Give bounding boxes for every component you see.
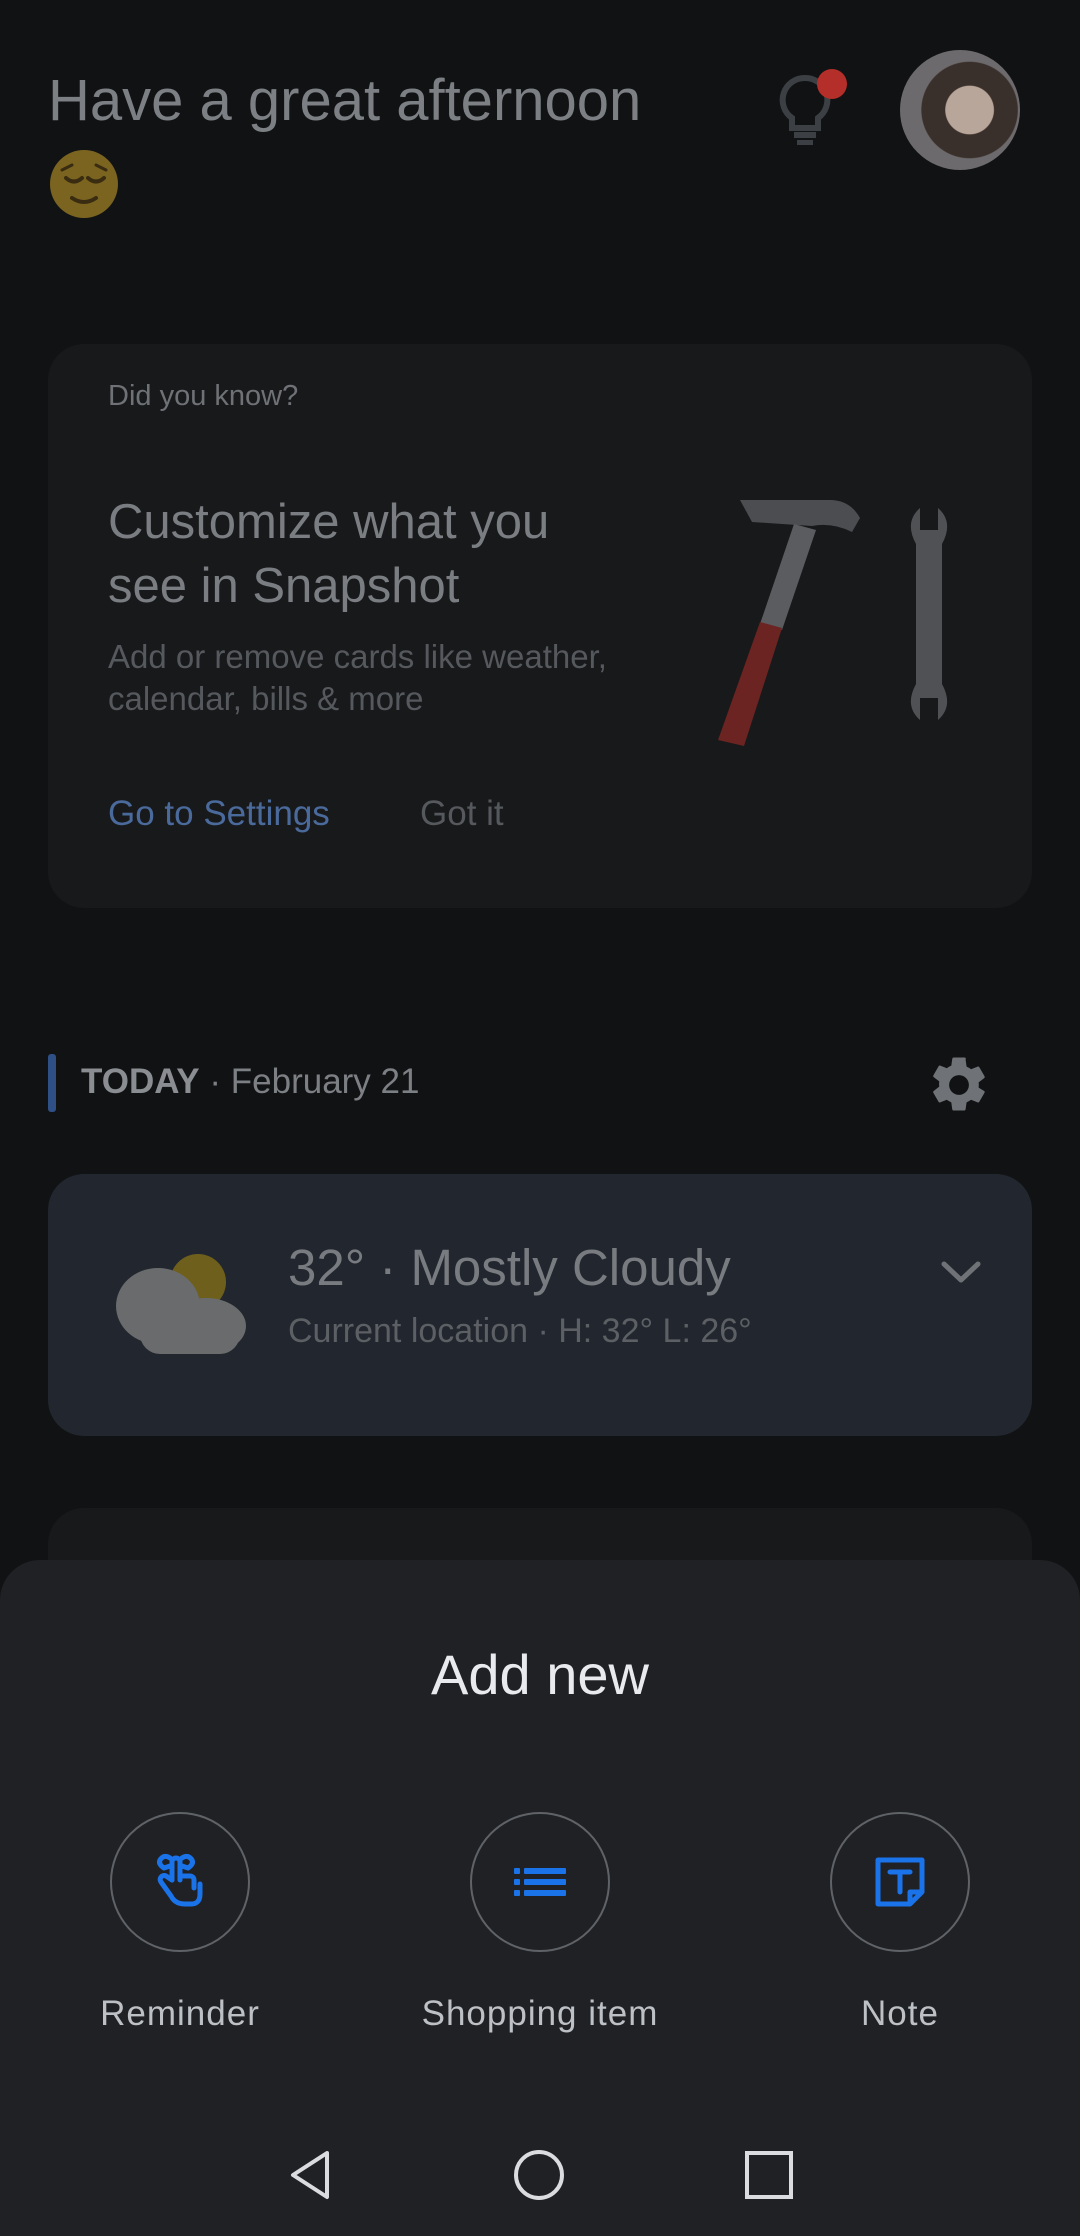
relieved-face-emoji	[48, 148, 120, 220]
got-it-button[interactable]: Got it	[420, 794, 504, 834]
nav-back-button[interactable]	[276, 2140, 346, 2210]
add-reminder-button[interactable]: Reminder	[55, 1812, 305, 2034]
note-label: Note	[861, 1994, 939, 2033]
back-triangle-icon	[291, 2151, 329, 2199]
go-to-settings-button[interactable]: Go to Settings	[108, 794, 330, 834]
tip-card: Did you know? Customize what you see in …	[48, 344, 1032, 908]
weather-details: Current location · H: 32° L: 26°	[288, 1312, 752, 1350]
greeting-heading: Have a great afternoon	[48, 68, 642, 133]
nav-recents-button[interactable]	[734, 2140, 804, 2210]
today-date: · February 21	[199, 1062, 420, 1101]
tip-body: Add or remove cards like weather, calend…	[108, 638, 607, 717]
note-icon	[875, 1857, 925, 1907]
weather-summary: 32° · Mostly Cloudy	[288, 1239, 731, 1296]
tip-title: Customize what you see in Snapshot	[108, 495, 550, 613]
today-accent-bar	[48, 1054, 56, 1112]
tip-eyebrow: Did you know?	[108, 380, 299, 412]
add-new-sheet: Add new Reminder Shopping item Note	[0, 1560, 1080, 2236]
nav-home-button[interactable]	[504, 2140, 574, 2210]
reminder-hand-icon	[157, 1853, 203, 1907]
list-icon	[514, 1868, 566, 1896]
chevron-down-icon[interactable]	[938, 1258, 984, 1288]
reminder-label: Reminder	[100, 1994, 260, 2033]
shopping-item-label: Shopping item	[421, 1994, 659, 2033]
sheet-title: Add new	[431, 1643, 649, 1706]
today-heading: TODAY · February 21	[81, 1062, 419, 1102]
add-shopping-item-button[interactable]: Shopping item	[415, 1812, 665, 2034]
gear-icon[interactable]	[926, 1052, 992, 1118]
reminder-circle[interactable]	[110, 1812, 250, 1952]
weather-card[interactable]: 32° · Mostly Cloudy Current location · H…	[48, 1174, 1032, 1436]
home-circle-icon	[514, 2150, 564, 2200]
hammer-wrench-illustration	[698, 494, 1028, 754]
add-note-button[interactable]: Note	[775, 1812, 1025, 2034]
shopping-item-circle[interactable]	[470, 1812, 610, 1952]
mostly-cloudy-icon	[110, 1244, 250, 1354]
notification-dot	[817, 69, 847, 99]
avatar[interactable]	[900, 50, 1020, 170]
today-label: TODAY	[81, 1062, 200, 1101]
note-circle[interactable]	[830, 1812, 970, 1952]
recents-square-icon	[745, 2151, 793, 2199]
